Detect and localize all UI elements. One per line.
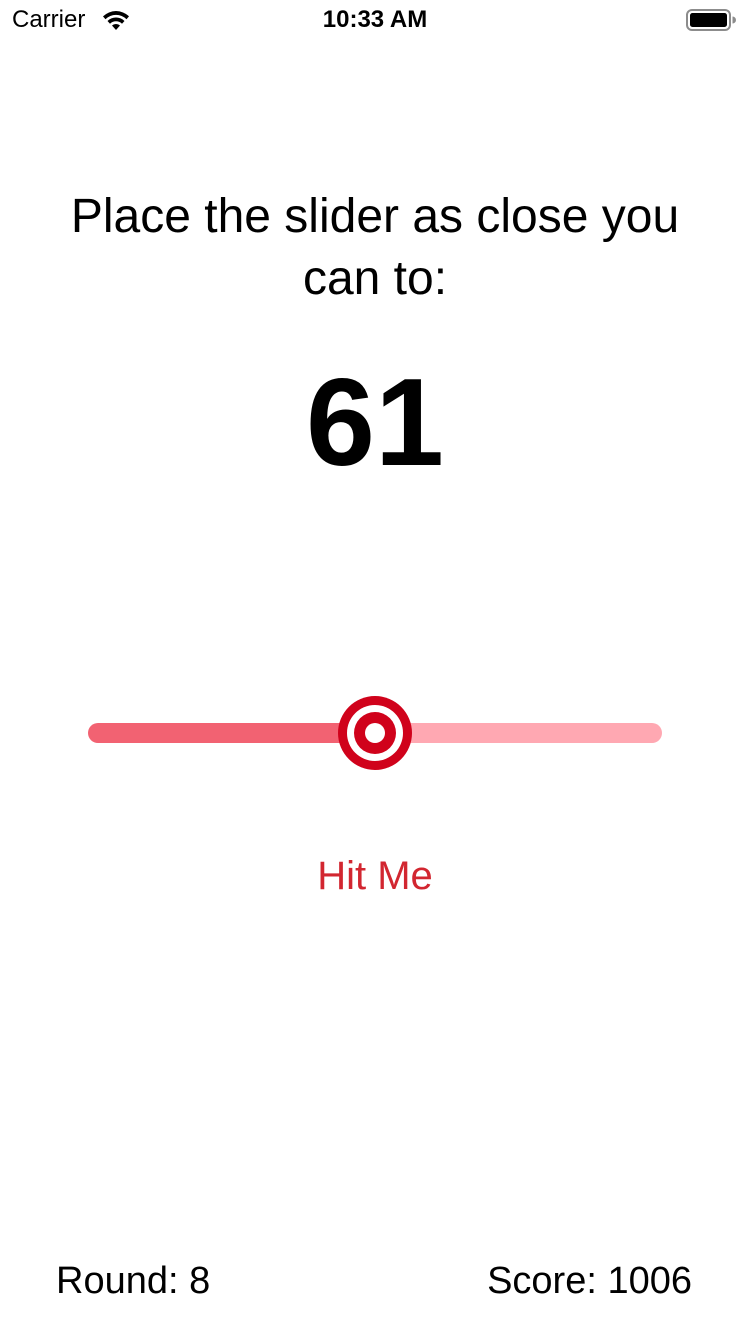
hit-me-button[interactable]: Hit Me	[275, 846, 475, 906]
target-value: 61	[306, 354, 444, 492]
battery-full-icon	[686, 9, 736, 31]
target-icon[interactable]	[338, 696, 412, 770]
prompt-text: Place the slider as close you can to:	[70, 190, 680, 305]
slider-min-track	[88, 723, 375, 743]
score-label: Score: 1006	[487, 1260, 692, 1302]
slider-max-track	[375, 723, 662, 743]
status-time: 10:33 AM	[322, 6, 428, 33]
round-label: Round: 8	[56, 1260, 211, 1302]
status-bar: Carrier 10:33 AM	[0, 0, 750, 40]
guess-slider[interactable]	[88, 696, 662, 770]
